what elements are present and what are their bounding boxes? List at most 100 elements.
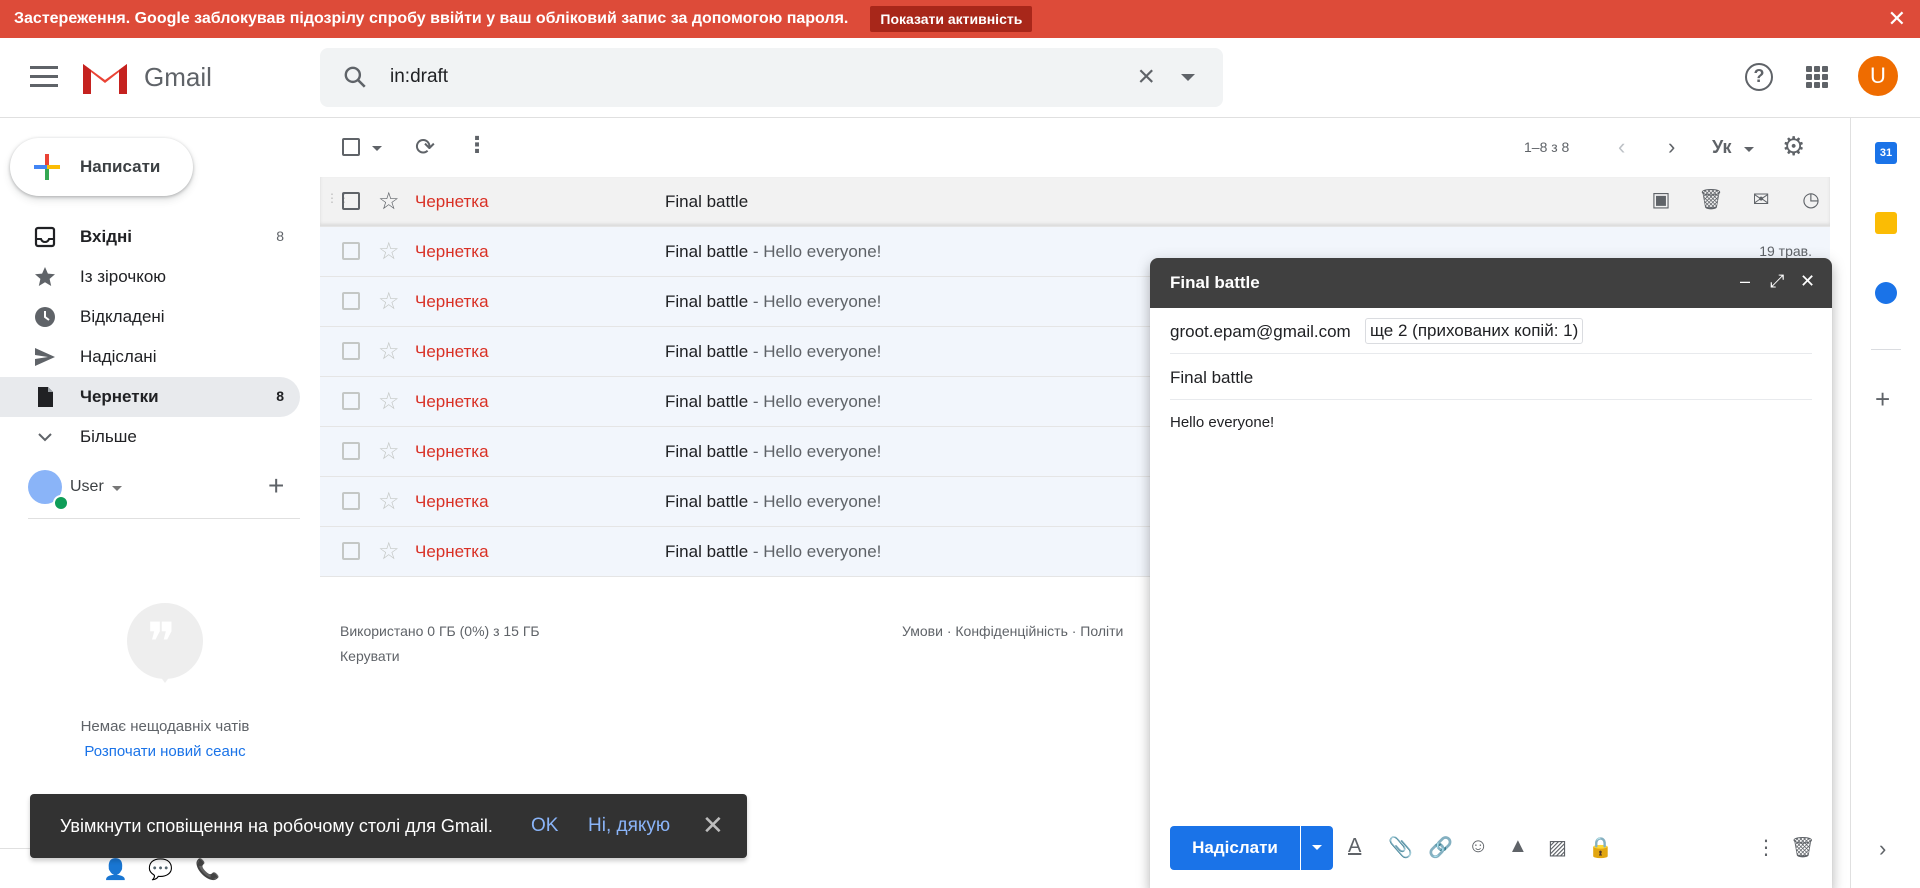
select-all-checkbox[interactable] bbox=[342, 138, 360, 156]
fullscreen-icon[interactable]: ⤢ bbox=[1770, 271, 1784, 292]
input-language-selector[interactable]: Ук bbox=[1712, 137, 1732, 158]
contacts-icon[interactable]: 👤 bbox=[103, 857, 128, 882]
star-icon[interactable]: ☆ bbox=[378, 337, 400, 366]
snooze-icon[interactable]: ◷ bbox=[1786, 187, 1836, 212]
sidebar-item-starred[interactable]: Із зірочкою bbox=[0, 257, 300, 297]
sidebar-nav: Вхідні 8 Із зірочкою Відкладені Надіслан… bbox=[0, 217, 300, 457]
phone-icon[interactable]: 📞 bbox=[195, 857, 220, 882]
hangouts-user[interactable]: User + bbox=[28, 470, 300, 511]
star-icon[interactable]: ☆ bbox=[378, 237, 400, 266]
photo-icon[interactable]: ▨ bbox=[1548, 835, 1567, 860]
help-icon[interactable]: ? bbox=[1745, 63, 1773, 91]
divider bbox=[28, 518, 300, 519]
more-recipients-chip[interactable]: ще 2 (прихованих копій: 1) bbox=[1365, 318, 1584, 344]
gmail-logo[interactable]: Gmail bbox=[80, 58, 212, 96]
search-bar[interactable]: in:draft × bbox=[320, 48, 1223, 107]
clear-search-icon[interactable]: × bbox=[1137, 60, 1155, 94]
row-subject: Final battle - Hello everyone! bbox=[665, 392, 882, 411]
search-icon[interactable] bbox=[342, 64, 368, 90]
draft-icon bbox=[38, 387, 53, 407]
star-icon[interactable]: ☆ bbox=[378, 387, 400, 416]
discard-draft-icon[interactable]: 🗑 bbox=[1790, 835, 1815, 860]
add-contact-icon[interactable]: + bbox=[268, 470, 284, 502]
row-checkbox[interactable] bbox=[342, 342, 360, 360]
list-item[interactable]: ⋮⋮ ☆ Чернетка Final battle ▣ 🗑 ✉ ◷ bbox=[320, 177, 1830, 227]
start-new-chat-link[interactable]: Розпочати новий сеанс bbox=[0, 743, 330, 760]
manage-storage-link[interactable]: Керувати bbox=[340, 648, 400, 664]
row-subject: Final battle bbox=[665, 192, 749, 211]
tasks-icon[interactable] bbox=[1875, 282, 1897, 304]
row-checkbox[interactable] bbox=[342, 442, 360, 460]
row-checkbox[interactable] bbox=[342, 392, 360, 410]
expand-panel-icon[interactable]: › bbox=[1879, 836, 1886, 862]
emoji-icon[interactable]: ☺ bbox=[1468, 835, 1488, 858]
compose-button[interactable]: Написати bbox=[10, 138, 193, 196]
sidebar-item-snoozed[interactable]: Відкладені bbox=[0, 297, 300, 337]
delete-icon[interactable]: 🗑 bbox=[1686, 187, 1736, 212]
decline-notifications-button[interactable]: Ні, дякую bbox=[588, 815, 670, 837]
row-date: 19 трав. bbox=[1759, 243, 1812, 259]
apps-grid-icon[interactable] bbox=[1806, 66, 1828, 88]
sidebar-item-more[interactable]: Більше bbox=[0, 417, 300, 457]
next-page-icon[interactable]: › bbox=[1668, 134, 1675, 160]
user-avatar bbox=[28, 470, 69, 511]
clock-icon bbox=[35, 307, 55, 327]
terms-links[interactable]: Умови · Конфіденційність · Політи bbox=[902, 623, 1152, 639]
archive-icon[interactable]: ▣ bbox=[1636, 187, 1686, 212]
refresh-icon[interactable]: ⟳ bbox=[415, 133, 435, 162]
close-warning-icon[interactable]: ✕ bbox=[1888, 6, 1906, 32]
notification-snackbar: Увімкнути сповіщення на робочому столі д… bbox=[30, 794, 747, 858]
attach-icon[interactable]: 📎 bbox=[1388, 835, 1413, 860]
more-options-icon[interactable]: ⋮ bbox=[1756, 835, 1776, 860]
language-dropdown-icon[interactable] bbox=[1744, 147, 1754, 152]
confidential-mode-icon[interactable]: 🔒 bbox=[1588, 835, 1613, 860]
send-options-icon[interactable] bbox=[1301, 826, 1333, 870]
link-icon[interactable]: 🔗 bbox=[1428, 835, 1453, 860]
add-addon-icon[interactable]: + bbox=[1875, 384, 1890, 415]
close-compose-icon[interactable]: ✕ bbox=[1800, 271, 1815, 292]
search-options-icon[interactable] bbox=[1181, 74, 1195, 81]
row-checkbox[interactable] bbox=[342, 192, 360, 210]
star-icon[interactable]: ☆ bbox=[378, 487, 400, 516]
star-icon[interactable]: ☆ bbox=[378, 537, 400, 566]
row-checkbox[interactable] bbox=[342, 542, 360, 560]
sidebar-item-sent[interactable]: Надіслані bbox=[0, 337, 300, 377]
security-warning-bar: Застереження. Google заблокував підозріл… bbox=[0, 0, 1920, 38]
formatting-icon[interactable]: A bbox=[1348, 835, 1361, 858]
enable-notifications-button[interactable]: OK bbox=[531, 815, 558, 837]
drive-icon[interactable]: ▲ bbox=[1508, 835, 1528, 858]
star-icon[interactable]: ☆ bbox=[378, 287, 400, 316]
row-subject: Final battle - Hello everyone! bbox=[665, 292, 882, 311]
send-button[interactable]: Надіслати bbox=[1170, 826, 1300, 870]
star-icon[interactable]: ☆ bbox=[378, 187, 400, 216]
more-actions-icon[interactable]: ⋮ bbox=[466, 132, 488, 158]
message-body[interactable]: Hello everyone! bbox=[1170, 414, 1274, 431]
chat-bubble-icon: ❞ bbox=[127, 603, 203, 683]
mark-read-icon[interactable]: ✉ bbox=[1736, 187, 1786, 212]
sidebar-item-inbox[interactable]: Вхідні 8 bbox=[0, 217, 300, 257]
sidebar-item-drafts[interactable]: Чернетки 8 bbox=[0, 377, 300, 417]
main-menu-icon[interactable] bbox=[30, 66, 58, 88]
hangouts-icon[interactable]: 💬 bbox=[148, 857, 173, 882]
keep-icon[interactable] bbox=[1875, 212, 1897, 234]
star-icon[interactable]: ☆ bbox=[378, 437, 400, 466]
user-status-dropdown-icon[interactable] bbox=[112, 486, 122, 491]
settings-gear-icon[interactable]: ⚙ bbox=[1782, 131, 1805, 162]
minimize-icon[interactable]: – bbox=[1740, 271, 1750, 292]
row-sender: Чернетка bbox=[415, 242, 489, 261]
row-checkbox[interactable] bbox=[342, 292, 360, 310]
select-dropdown-icon[interactable] bbox=[372, 146, 382, 151]
search-input[interactable]: in:draft bbox=[390, 66, 448, 88]
calendar-icon[interactable]: 31 bbox=[1875, 142, 1897, 164]
account-avatar[interactable]: U bbox=[1858, 56, 1898, 96]
row-checkbox[interactable] bbox=[342, 242, 360, 260]
drag-handle-icon[interactable]: ⋮⋮ bbox=[326, 192, 350, 209]
sidebar-item-label: Відкладені bbox=[80, 307, 165, 326]
recipients-field[interactable]: groot.epam@gmail.com ще 2 (прихованих ко… bbox=[1170, 308, 1812, 354]
row-checkbox[interactable] bbox=[342, 492, 360, 510]
prev-page-icon[interactable]: ‹ bbox=[1618, 134, 1625, 160]
compose-titlebar[interactable]: Final battle – ⤢ ✕ bbox=[1150, 258, 1832, 308]
show-activity-button[interactable]: Показати активність bbox=[870, 6, 1033, 32]
subject-field[interactable]: Final battle bbox=[1170, 354, 1812, 400]
close-snackbar-icon[interactable]: ✕ bbox=[702, 810, 724, 841]
